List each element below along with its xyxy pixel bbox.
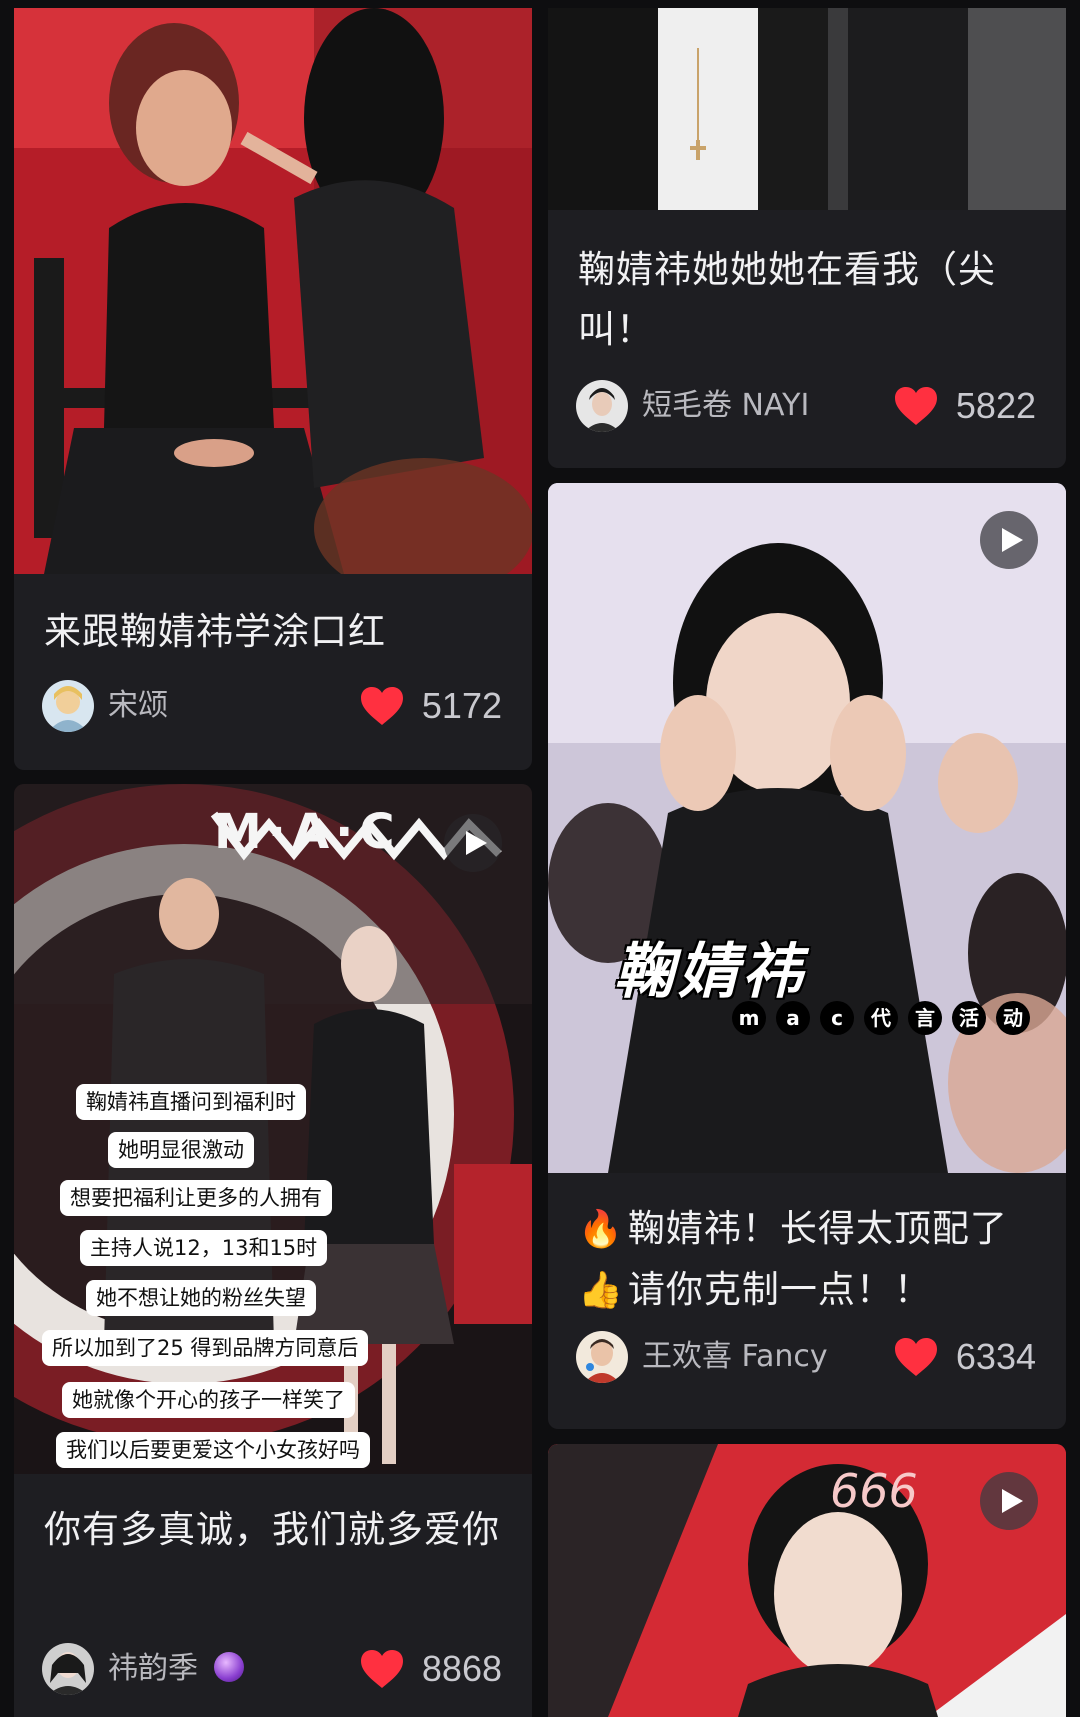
subtitle-line: 我们以后要更爱这个小女孩好吗: [56, 1432, 370, 1468]
fire-icon: 🔥: [578, 1209, 624, 1250]
post-thumbnail[interactable]: M·A·C 鞠婧祎直播问到福利时 她明显很激动 想要把福利让更多的人拥有 主持人…: [14, 784, 532, 1474]
tag-char: m: [732, 1001, 766, 1035]
post-thumbnail[interactable]: 鞠婧祎 m a c 代 言 活 动: [548, 483, 1066, 1173]
thumbnail-image: [548, 483, 1066, 1173]
post-title[interactable]: 来跟鞠婧祎学涂口红: [44, 602, 504, 662]
subtitle-line: 她明显很激动: [108, 1132, 254, 1168]
tag-char: 言: [908, 1001, 942, 1035]
like-count: 5822: [955, 385, 1036, 426]
overlay-number: 666: [830, 1464, 918, 1518]
title-text-2: 请你克制一点！！: [627, 1268, 932, 1311]
thumbs-up-icon: 👍: [578, 1270, 624, 1311]
video-overlay-tag: m a c 代 言 活 动: [732, 1001, 1030, 1035]
brand-watermark: M·A·C: [214, 804, 401, 860]
post-thumbnail[interactable]: [14, 8, 532, 574]
play-icon: [1002, 528, 1023, 552]
tag-char: a: [776, 1001, 810, 1035]
author-name[interactable]: 王欢喜 Fancy: [642, 1337, 828, 1377]
like-button[interactable]: 6334: [894, 1333, 1036, 1381]
heart-icon: [894, 1338, 937, 1376]
subtitle-line: 她不想让她的粉丝失望: [86, 1280, 316, 1316]
subtitle-line: 主持人说12，13和15时: [80, 1230, 328, 1266]
post-card[interactable]: 鞠婧祎她她她在看我（尖叫！ 短毛卷 NAYI 5822: [548, 8, 1066, 468]
post-meta: 短毛卷 NAYI 5822: [576, 380, 1036, 432]
subtitle-line: 鞠婧祎直播问到福利时: [76, 1084, 306, 1120]
avatar[interactable]: [576, 1331, 628, 1383]
subtitle-line: 想要把福利让更多的人拥有: [60, 1180, 332, 1216]
play-icon: [466, 831, 487, 855]
tag-char: c: [820, 1001, 854, 1035]
thumbnail-image: [14, 8, 532, 574]
title-line-2: 👍 请你克制一点！！: [578, 1260, 1038, 1321]
like-button[interactable]: 8868: [360, 1645, 502, 1693]
thumbnail-image: [14, 784, 532, 1474]
like-button[interactable]: 5822: [894, 382, 1036, 430]
post-meta: 祎韵季 8868: [42, 1643, 502, 1695]
play-button[interactable]: [444, 814, 502, 872]
like-button[interactable]: 5172: [360, 682, 502, 730]
post-card[interactable]: 666: [548, 1444, 1066, 1717]
post-thumbnail[interactable]: 666: [548, 1444, 1066, 1717]
subtitle-line: 她就像个开心的孩子一样笑了: [62, 1382, 355, 1418]
avatar[interactable]: [576, 380, 628, 432]
like-count: 8868: [421, 1648, 502, 1689]
title-line-1: 🔥 鞠婧祎！长得太顶配了: [578, 1199, 1038, 1260]
tag-char: 动: [996, 1001, 1030, 1035]
tag-char: 活: [952, 1001, 986, 1035]
post-title[interactable]: 你有多真诚，我们就多爱你: [44, 1500, 504, 1560]
post-meta: 宋颂 5172: [42, 680, 502, 732]
heart-icon: [894, 387, 937, 425]
title-text-1: 鞠婧祎！长得太顶配了: [627, 1207, 1008, 1250]
avatar[interactable]: [42, 680, 94, 732]
tag-char: 代: [864, 1001, 898, 1035]
author-name[interactable]: 短毛卷 NAYI: [642, 386, 809, 426]
post-meta: 王欢喜 Fancy 6334: [576, 1331, 1036, 1383]
author-name[interactable]: 祎韵季: [108, 1649, 244, 1689]
like-count: 5172: [421, 685, 502, 726]
crystal-ball-icon: [213, 1652, 244, 1682]
author-name[interactable]: 宋颂: [108, 686, 168, 726]
play-icon: [1002, 1489, 1023, 1513]
heart-icon: [360, 1650, 403, 1688]
post-card[interactable]: M·A·C 鞠婧祎直播问到福利时 她明显很激动 想要把福利让更多的人拥有 主持人…: [14, 784, 532, 1717]
post-card[interactable]: 鞠婧祎 m a c 代 言 活 动 🔥 鞠婧祎！长得太顶配了 👍 请你克制一点！！: [548, 483, 1066, 1429]
play-button[interactable]: [980, 1472, 1038, 1530]
subtitle-line: 所以加到了25 得到品牌方同意后: [42, 1330, 369, 1366]
thumbnail-image: [548, 8, 1066, 210]
post-thumbnail[interactable]: [548, 8, 1066, 210]
like-count: 6334: [955, 1336, 1036, 1377]
video-overlay-title: 鞠婧祎: [614, 937, 806, 1007]
author-name-text: 祎韵季: [108, 1651, 198, 1686]
avatar[interactable]: [42, 1643, 94, 1695]
post-title[interactable]: 🔥 鞠婧祎！长得太顶配了 👍 请你克制一点！！: [578, 1199, 1038, 1321]
heart-icon: [360, 687, 403, 725]
post-card[interactable]: 来跟鞠婧祎学涂口红 宋颂 5172: [14, 8, 532, 770]
post-title[interactable]: 鞠婧祎她她她在看我（尖叫！: [578, 240, 1038, 360]
play-button[interactable]: [980, 511, 1038, 569]
